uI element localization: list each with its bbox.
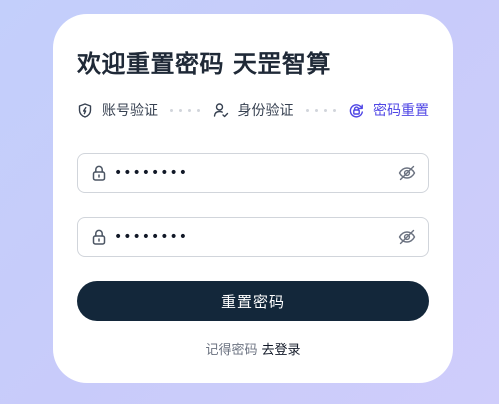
confirm-password-input[interactable]: ••••••••	[114, 230, 398, 244]
step-label: 身份验证	[237, 103, 294, 119]
reset-icon	[348, 102, 364, 118]
remember-password-text: 记得密码	[205, 343, 258, 358]
reset-password-card: 欢迎重置密码 天罡智算 账号验证 身份验证 密码重置 •••••••• ••••…	[53, 14, 453, 383]
lock-icon	[90, 228, 108, 246]
confirm-password-field[interactable]: ••••••••	[77, 217, 429, 257]
step-account-verify: 账号验证	[77, 100, 158, 120]
shield-icon	[77, 102, 93, 118]
new-password-input[interactable]: ••••••••	[114, 166, 398, 180]
step-label: 密码重置	[373, 103, 429, 119]
lock-icon	[90, 164, 108, 182]
eye-off-icon[interactable]	[398, 228, 416, 246]
user-check-icon	[213, 102, 229, 118]
new-password-field[interactable]: ••••••••	[77, 153, 429, 193]
footer: 记得密码 去登录	[53, 339, 453, 358]
go-login-link[interactable]: 去登录	[262, 343, 301, 358]
page-title: 欢迎重置密码 天罡智算	[77, 50, 331, 78]
step-label: 账号验证	[102, 103, 158, 119]
step-identity-verify: 身份验证	[213, 100, 294, 120]
step-separator	[158, 108, 213, 112]
eye-off-icon[interactable]	[398, 164, 416, 182]
step-indicator: 账号验证 身份验证 密码重置	[77, 100, 429, 120]
reset-password-button[interactable]: 重置密码	[77, 281, 429, 321]
step-separator	[294, 108, 349, 112]
step-password-reset: 密码重置	[348, 100, 429, 120]
